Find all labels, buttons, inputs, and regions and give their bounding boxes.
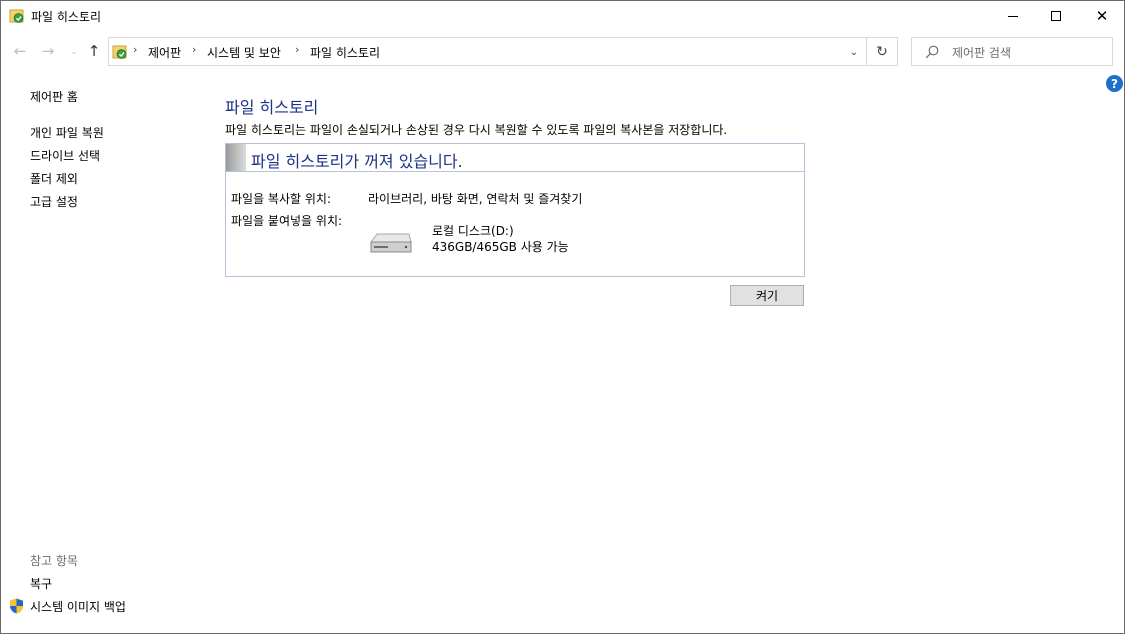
sidebar-item-select-drive[interactable]: 드라이브 선택 (30, 147, 100, 164)
up-arrow-icon: ↑ (87, 42, 101, 60)
forward-arrow-icon: → (41, 42, 55, 60)
title-bar: 파일 히스토리 ✕ (1, 1, 1124, 31)
sidebar-item-restore-personal-files[interactable]: 개인 파일 복원 (30, 124, 104, 141)
page-description: 파일 히스토리는 파일이 손실되거나 손상된 경우 다시 복원할 수 있도록 파… (225, 123, 728, 137)
back-arrow-icon: ← (13, 42, 27, 60)
breadcrumb-system-security[interactable]: 시스템 및 보안 (207, 44, 281, 61)
page-title: 파일 히스토리 (225, 98, 319, 117)
sidebar-item-control-panel-home[interactable]: 제어판 홈 (30, 88, 78, 105)
breadcrumb-file-history[interactable]: 파일 히스토리 (310, 44, 380, 61)
see-also-recovery-link[interactable]: 복구 (30, 575, 52, 592)
breadcrumb-separator-icon[interactable]: › (133, 43, 137, 56)
status-title: 파일 히스토리가 꺼져 있습니다. (251, 152, 463, 171)
breadcrumb-separator-icon[interactable]: › (295, 43, 299, 56)
address-bar[interactable]: › 제어판 › 시스템 및 보안 › 파일 히스토리 ⌄ (108, 37, 867, 66)
status-header: 파일 히스토리가 꺼져 있습니다. (226, 144, 804, 172)
uac-shield-icon (10, 598, 23, 614)
see-also-system-image-backup-link[interactable]: 시스템 이미지 백업 (30, 598, 126, 615)
chevron-down-icon: ⌄ (70, 46, 78, 56)
copy-to-label: 파일을 붙여넣을 위치: (231, 214, 343, 228)
up-button[interactable]: ↑ (84, 41, 104, 61)
breadcrumb-separator-icon[interactable]: › (192, 43, 196, 56)
file-history-location-icon (112, 45, 127, 59)
question-mark-icon: ? (1111, 76, 1118, 91)
recent-locations-button[interactable]: ⌄ (64, 41, 84, 61)
search-box[interactable]: 제어판 검색 (911, 37, 1113, 66)
minimize-icon (1008, 15, 1018, 17)
status-indicator (226, 144, 246, 171)
help-button[interactable]: ? (1106, 75, 1123, 92)
status-panel: 파일 히스토리가 꺼져 있습니다. 파일을 복사할 위치: 라이브러리, 바탕 … (225, 143, 805, 277)
sidebar-item-exclude-folders[interactable]: 폴더 제외 (30, 170, 78, 187)
file-history-app-icon (9, 9, 24, 23)
chevron-down-icon: ⌄ (849, 46, 859, 58)
maximize-icon (1051, 11, 1061, 21)
drive-space: 436GB/465GB 사용 가능 (432, 240, 569, 254)
turn-on-button[interactable]: 켜기 (730, 285, 804, 306)
see-also-heading: 참고 항목 (30, 554, 78, 568)
back-button[interactable]: ← (10, 41, 30, 61)
drive-name: 로컬 디스크(D:) (432, 224, 514, 238)
close-button[interactable]: ✕ (1079, 1, 1125, 31)
forward-button[interactable]: → (38, 41, 58, 61)
breadcrumb-control-panel[interactable]: 제어판 (148, 44, 181, 61)
address-dropdown-button[interactable]: ⌄ (845, 43, 863, 61)
refresh-button[interactable]: ↻ (867, 37, 898, 66)
copy-from-label: 파일을 복사할 위치: (231, 192, 331, 206)
close-icon: ✕ (1095, 7, 1109, 25)
search-input[interactable]: 제어판 검색 (952, 44, 1011, 61)
minimize-button[interactable] (990, 1, 1036, 31)
hard-drive-icon (370, 233, 412, 253)
copy-from-value: 라이브러리, 바탕 화면, 연락처 및 즐겨찾기 (368, 192, 583, 206)
maximize-button[interactable] (1033, 1, 1079, 31)
file-history-window: 파일 히스토리 ✕ ← → ⌄ ↑ › 제어판 › 시스템 및 보안 › 파일 … (0, 0, 1125, 634)
refresh-icon: ↻ (876, 43, 888, 60)
search-icon (925, 45, 939, 59)
window-title: 파일 히스토리 (31, 10, 102, 24)
sidebar-item-advanced-settings[interactable]: 고급 설정 (30, 193, 78, 210)
